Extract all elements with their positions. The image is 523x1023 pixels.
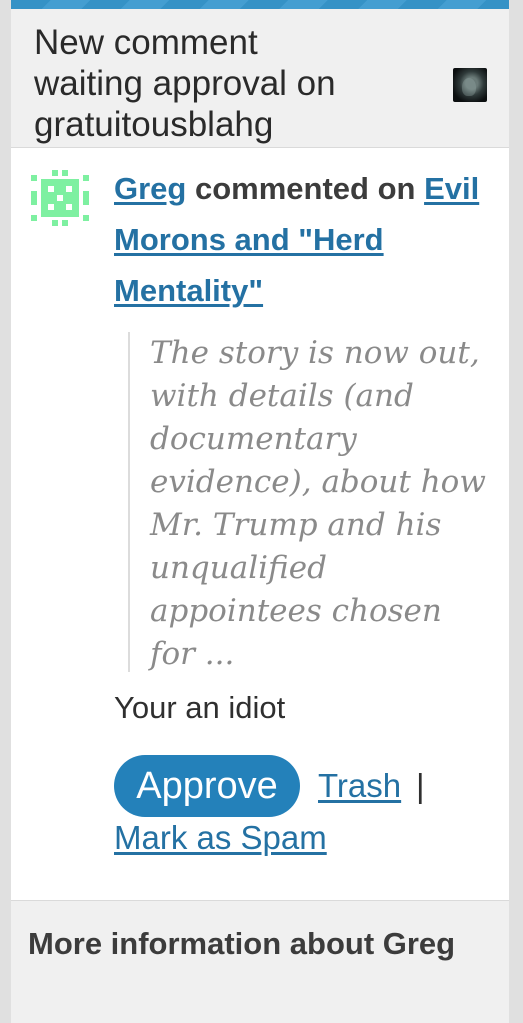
comment-heading: Greg commented on Evil Morons and "Herd … [114, 163, 499, 316]
more-info-heading: More information about Greg [28, 926, 456, 961]
mark-as-spam-link[interactable]: Mark as Spam [114, 816, 327, 860]
notification-panel: New comment waiting approval on gratuito… [11, 0, 509, 1023]
site-avatar-icon[interactable] [453, 68, 487, 102]
top-accent-stripe [11, 0, 509, 9]
comment-card: Greg commented on Evil Morons and "Herd … [11, 148, 509, 900]
trash-link[interactable]: Trash [318, 764, 401, 808]
post-excerpt: The story is now out, with details (and … [128, 332, 493, 672]
approve-button[interactable]: Approve [114, 755, 300, 817]
more-info-section: More information about Greg [11, 900, 509, 1023]
notification-title: New comment waiting approval on gratuito… [34, 23, 336, 144]
notification-header: New comment waiting approval on gratuito… [11, 9, 509, 148]
commented-on-text: commented on [186, 171, 425, 206]
author-link[interactable]: Greg [114, 171, 186, 206]
identicon-avatar[interactable] [28, 167, 92, 229]
comment-text: Your an idiot [114, 690, 286, 725]
action-separator: | [416, 767, 425, 804]
